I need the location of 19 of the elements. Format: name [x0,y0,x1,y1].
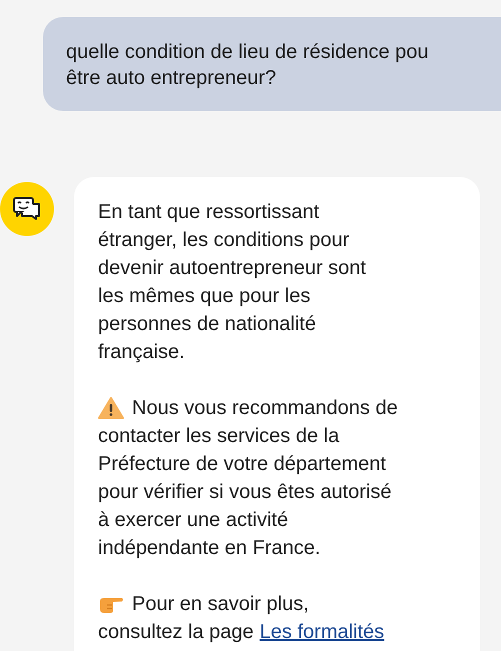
message-text: les mêmes que pour les [98,284,310,309]
message-text: personnes de nationalité [98,312,316,337]
message-text: à exercer une activité [98,508,288,533]
message-text: indépendante en France. [98,536,320,561]
chat-bot-avatar-icon [0,182,54,236]
formalities-link[interactable]: Les formalités [260,618,384,646]
message-text: étranger, les conditions pour [98,228,350,253]
warning-icon [98,396,124,420]
message-text: quelle condition de lieu de résidence pou [66,40,430,65]
message-text: Nous vous recommandons de [132,396,398,421]
message-text: être auto entrepreneur? [66,66,278,91]
message-text: consultez la page [98,620,254,645]
message-text: contacter les services de la [98,424,340,449]
message-text: Préfecture de votre département [98,452,386,477]
message-text: pour vérifier si vous êtes autorisé [98,480,392,505]
message-text: En tant que ressortissant [98,200,320,225]
message-text: française. [98,340,185,365]
message-text: Pour en savoir plus, [132,592,309,617]
message-text: devenir autoentrepreneur sont [98,256,366,281]
